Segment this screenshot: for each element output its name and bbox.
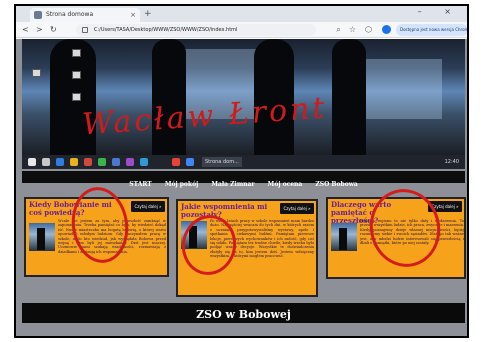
page-favicon-icon (34, 11, 42, 19)
extensions-icon[interactable]: ⬡ (364, 25, 373, 34)
file-icon[interactable] (72, 49, 81, 57)
chrome-icon[interactable] (172, 158, 180, 166)
footer-title: ZSO w Bobowej (196, 308, 291, 321)
forward-icon[interactable]: > (36, 24, 43, 36)
site-menu: START Mój pokój Mała Zimnar Mój ocena ZS… (22, 171, 465, 188)
menu-item-mala-zimnar[interactable]: Mała Zimnar (211, 179, 254, 191)
reload-icon[interactable]: ↻ (50, 24, 57, 36)
app-icon[interactable] (84, 158, 92, 166)
back-icon[interactable]: < (22, 24, 29, 36)
file-icon[interactable] (72, 93, 81, 101)
taskbar-active-window[interactable]: Strona dom... (202, 157, 242, 167)
app-icon[interactable] (112, 158, 120, 166)
silhouette-figure (332, 39, 366, 155)
tab-title: Strona domowa (46, 11, 94, 18)
bookmark-star-icon[interactable]: ☆ (348, 25, 357, 34)
read-more-button[interactable]: Czytaj dalej » (131, 201, 165, 212)
menu-item-start[interactable]: START (129, 179, 151, 191)
zoom-icon[interactable]: ⌕ (334, 25, 343, 34)
search-icon[interactable] (42, 158, 50, 166)
browser-tab[interactable]: Strona domowa × (30, 8, 140, 22)
edge-icon[interactable] (56, 158, 64, 166)
browser-toolbar: < > ↻ C:/Users/TASA/Desktop/WWW/ZSO/WWW/… (16, 22, 467, 38)
browser-tab-strip: Strona domowa × + – × (16, 6, 467, 22)
address-bar[interactable]: C:/Users/TASA/Desktop/WWW/ZSO/WWW/ZSO/in… (76, 24, 316, 36)
app-icon[interactable] (186, 158, 194, 166)
address-text: C:/Users/TASA/Desktop/WWW/ZSO/WWW/ZSO/in… (94, 27, 238, 33)
taskbar-clock[interactable]: 12:40 (445, 157, 459, 167)
card-photo (331, 223, 357, 251)
folder-icon[interactable] (32, 69, 41, 77)
menu-item-my-grade[interactable]: Mój ocena (268, 179, 303, 191)
app-icon[interactable] (126, 158, 134, 166)
footer-bar: ZSO w Bobowej (22, 303, 465, 323)
update-notice-button[interactable]: Dostępna jest nowa wersja Chrome (396, 24, 467, 36)
file-icon[interactable] (72, 71, 81, 79)
read-more-button[interactable]: Czytaj dalej » (280, 203, 314, 214)
screenshot-frame: Strona domowa × + – × < > ↻ C:/Users/TAS… (14, 4, 469, 338)
app-icon[interactable] (140, 158, 148, 166)
silhouette-figure (152, 39, 186, 155)
profile-avatar-icon[interactable] (382, 25, 391, 34)
taskbar: Strona dom... 12:40 (22, 155, 465, 169)
page-viewport: Wacław Łront Strona dom... 12:40 START M… (16, 39, 467, 336)
folder-icon[interactable] (70, 158, 78, 166)
file-icon (82, 27, 88, 33)
app-icon[interactable] (98, 158, 106, 166)
card-title[interactable]: Jakie wspomnienia mi pozostały? (181, 203, 271, 219)
menu-item-my-room[interactable]: Mój pokój (165, 179, 198, 191)
menu-item-zso-bobowa[interactable]: ZSO Bobowa (315, 179, 357, 191)
new-tab-icon[interactable]: + (144, 8, 152, 20)
close-tab-icon[interactable]: × (130, 8, 136, 22)
window-controls[interactable]: – × (418, 7, 461, 16)
card-photo (29, 223, 55, 251)
header-banner: Wacław Łront (22, 39, 465, 155)
start-icon[interactable] (28, 158, 36, 166)
